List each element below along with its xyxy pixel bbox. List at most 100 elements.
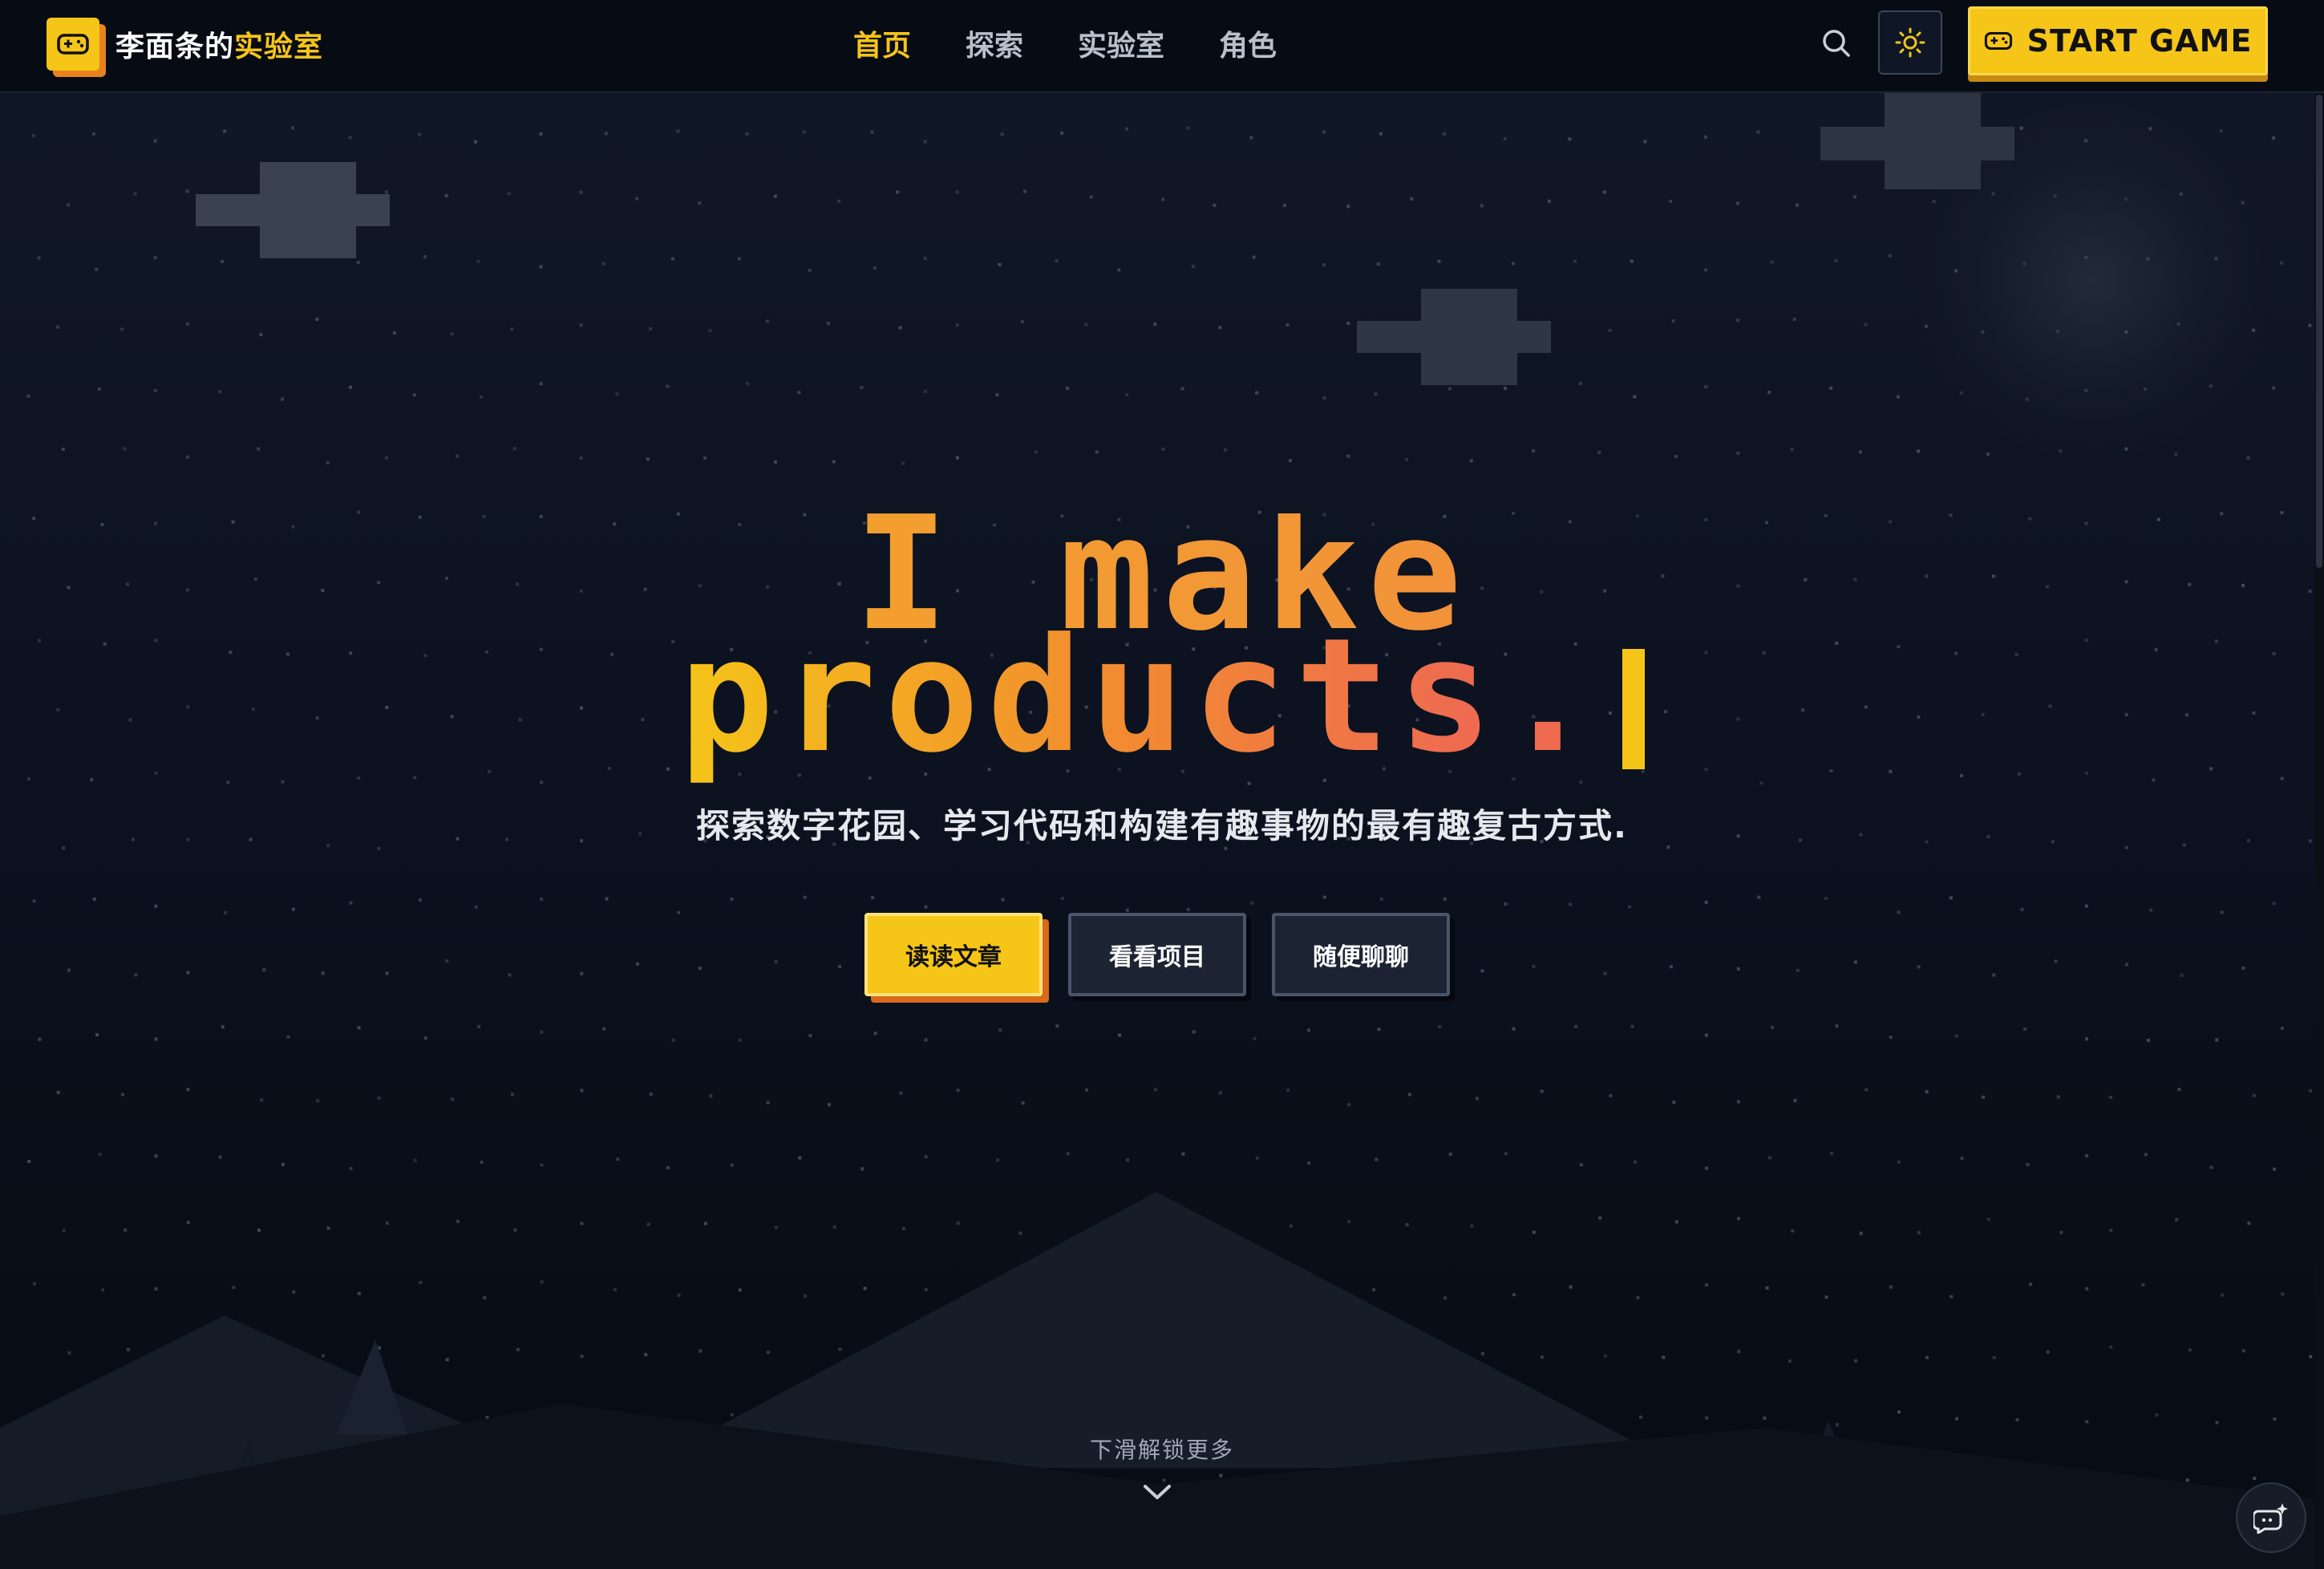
star	[286, 1035, 290, 1039]
star	[2149, 908, 2153, 912]
star	[1095, 450, 1099, 454]
star	[1770, 260, 1774, 264]
star	[92, 898, 96, 901]
star	[1982, 1095, 1986, 1099]
star	[281, 397, 285, 401]
star	[348, 136, 352, 140]
star	[98, 1153, 102, 1156]
star	[827, 322, 831, 326]
nav-item-home[interactable]: 首页	[853, 22, 911, 64]
hero-title: I make products.	[0, 496, 2324, 775]
chat-bot-button[interactable]	[2236, 1482, 2306, 1553]
star	[1960, 774, 1964, 777]
star	[540, 1030, 544, 1034]
star	[860, 386, 864, 390]
star	[223, 129, 227, 133]
star	[539, 265, 543, 269]
star	[1736, 967, 1740, 971]
star	[996, 1158, 1000, 1162]
theme-toggle-button[interactable]	[1878, 10, 1942, 75]
star	[1437, 259, 1441, 263]
star	[827, 1103, 831, 1107]
star	[1060, 897, 1064, 901]
star	[377, 1097, 381, 1101]
star	[2308, 323, 2312, 327]
search-icon	[1823, 30, 1850, 57]
star	[1375, 1157, 1379, 1162]
star	[120, 1093, 124, 1097]
star	[95, 267, 99, 271]
star	[349, 385, 352, 389]
mountain-silhouette	[0, 1192, 2324, 1569]
star	[670, 257, 674, 261]
star	[508, 973, 512, 977]
star	[580, 1089, 584, 1093]
chevron-down-icon[interactable]	[1142, 1482, 1172, 1502]
star	[67, 968, 71, 972]
view-projects-button[interactable]: 看看项目	[1068, 913, 1246, 996]
star	[1834, 258, 1838, 262]
star	[392, 331, 396, 334]
star	[1532, 964, 1536, 968]
star	[1438, 1024, 1442, 1028]
star	[1569, 902, 1573, 906]
chat-button[interactable]: 随便聊聊	[1272, 913, 1450, 996]
star	[709, 1094, 713, 1098]
star	[2272, 136, 2276, 140]
nav-item-explore[interactable]: 探索	[966, 22, 1023, 64]
nav-item-character[interactable]: 角色	[1219, 22, 1277, 64]
star	[413, 1158, 417, 1162]
star	[1055, 1024, 1059, 1028]
star	[1181, 1152, 1185, 1156]
hero-subtitle: 探索数字花园、学习代码和构建有趣事物的最有趣复古方式.	[696, 806, 1628, 845]
star	[1250, 901, 1253, 905]
star	[803, 895, 807, 899]
star	[539, 132, 543, 136]
star	[56, 1090, 60, 1094]
star	[153, 139, 157, 143]
top-nav-bar: 李面条的实验室 首页 探索 实验室 角色 START GAME	[0, 0, 2324, 93]
star	[31, 134, 35, 138]
star	[349, 901, 353, 905]
star	[1377, 1028, 1381, 1032]
star	[1443, 897, 1447, 901]
star	[2109, 1096, 2113, 1100]
star	[1034, 450, 1038, 454]
nav-item-lab[interactable]: 实验室	[1078, 22, 1164, 64]
read-articles-button[interactable]: 读读文章	[864, 913, 1043, 996]
star	[1084, 322, 1088, 326]
star	[260, 1098, 264, 1102]
star	[1089, 195, 1093, 199]
star	[2084, 771, 2088, 775]
search-button[interactable]	[1817, 24, 1856, 63]
star	[154, 1037, 158, 1041]
pixel-cloud-left	[196, 162, 390, 258]
star	[1633, 395, 1637, 399]
star	[1000, 132, 1004, 136]
star	[774, 959, 778, 963]
brand[interactable]: 李面条的实验室	[47, 16, 323, 72]
star	[1853, 195, 1856, 199]
star	[1066, 1152, 1070, 1156]
start-game-button[interactable]: START GAME	[1968, 6, 2268, 75]
star	[1476, 1097, 1479, 1101]
star	[1889, 1036, 1893, 1040]
star	[2084, 904, 2088, 908]
star	[1736, 318, 1740, 322]
star	[1917, 449, 1921, 453]
star	[1795, 203, 1799, 207]
star	[218, 1155, 222, 1159]
star	[539, 382, 543, 386]
star	[412, 393, 416, 397]
star	[1307, 1028, 1310, 1032]
star	[61, 448, 65, 452]
star	[2241, 966, 2245, 970]
star	[605, 897, 609, 901]
star	[259, 333, 263, 337]
hero-button-row: 读读文章 看看项目 随便聊聊	[864, 913, 1450, 996]
star	[1949, 896, 1953, 900]
star	[133, 192, 137, 196]
star	[1674, 455, 1678, 459]
scrollbar-thumb[interactable]	[2316, 95, 2322, 568]
star	[1085, 1088, 1088, 1092]
